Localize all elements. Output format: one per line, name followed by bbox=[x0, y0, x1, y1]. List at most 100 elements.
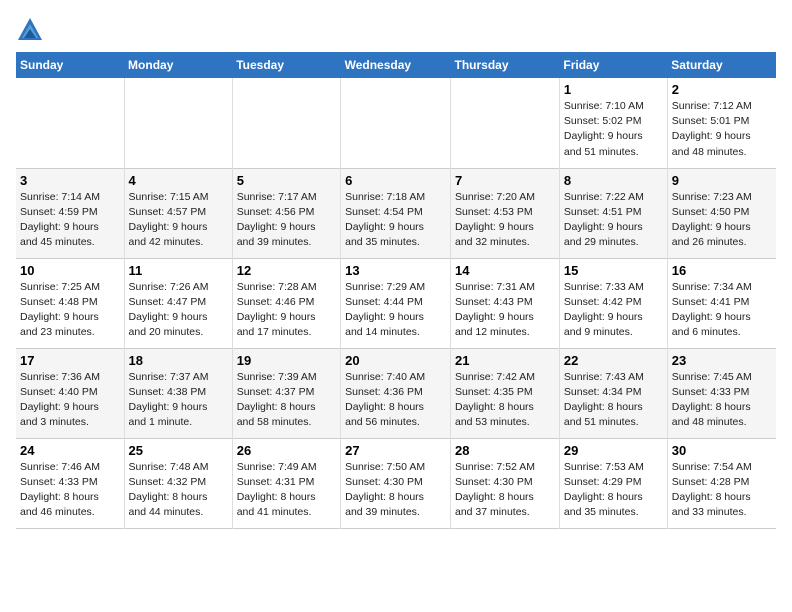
calendar-cell: 28 Sunrise: 7:52 AM Sunset: 4:30 PM Dayli… bbox=[451, 438, 560, 528]
day-number: 7 bbox=[455, 173, 555, 188]
day-info: Sunrise: 7:28 AM Sunset: 4:46 PM Dayligh… bbox=[237, 280, 336, 341]
calendar-cell bbox=[341, 78, 451, 168]
calendar-cell: 2 Sunrise: 7:12 AM Sunset: 5:01 PM Daylig… bbox=[667, 78, 776, 168]
calendar-cell: 26 Sunrise: 7:49 AM Sunset: 4:31 PM Dayli… bbox=[232, 438, 340, 528]
weekday-header-friday: Friday bbox=[559, 52, 667, 78]
day-info: Sunrise: 7:50 AM Sunset: 4:30 PM Dayligh… bbox=[345, 460, 446, 521]
calendar-cell: 19 Sunrise: 7:39 AM Sunset: 4:37 PM Dayli… bbox=[232, 348, 340, 438]
calendar-cell: 21 Sunrise: 7:42 AM Sunset: 4:35 PM Dayli… bbox=[451, 348, 560, 438]
day-info: Sunrise: 7:40 AM Sunset: 4:36 PM Dayligh… bbox=[345, 370, 446, 431]
calendar-cell bbox=[232, 78, 340, 168]
calendar-cell: 14 Sunrise: 7:31 AM Sunset: 4:43 PM Dayli… bbox=[451, 258, 560, 348]
day-info: Sunrise: 7:31 AM Sunset: 4:43 PM Dayligh… bbox=[455, 280, 555, 341]
day-number: 28 bbox=[455, 443, 555, 458]
logo bbox=[16, 16, 48, 44]
weekday-header-wednesday: Wednesday bbox=[341, 52, 451, 78]
weekday-header-tuesday: Tuesday bbox=[232, 52, 340, 78]
day-info: Sunrise: 7:29 AM Sunset: 4:44 PM Dayligh… bbox=[345, 280, 446, 341]
calendar-cell: 12 Sunrise: 7:28 AM Sunset: 4:46 PM Dayli… bbox=[232, 258, 340, 348]
calendar-week-row: 1 Sunrise: 7:10 AM Sunset: 5:02 PM Daylig… bbox=[16, 78, 776, 168]
day-number: 27 bbox=[345, 443, 446, 458]
day-number: 5 bbox=[237, 173, 336, 188]
calendar-cell: 15 Sunrise: 7:33 AM Sunset: 4:42 PM Dayli… bbox=[559, 258, 667, 348]
day-number: 12 bbox=[237, 263, 336, 278]
day-number: 9 bbox=[672, 173, 772, 188]
day-info: Sunrise: 7:33 AM Sunset: 4:42 PM Dayligh… bbox=[564, 280, 663, 341]
day-info: Sunrise: 7:39 AM Sunset: 4:37 PM Dayligh… bbox=[237, 370, 336, 431]
calendar-cell: 7 Sunrise: 7:20 AM Sunset: 4:53 PM Daylig… bbox=[451, 168, 560, 258]
day-number: 6 bbox=[345, 173, 446, 188]
day-number: 22 bbox=[564, 353, 663, 368]
day-info: Sunrise: 7:18 AM Sunset: 4:54 PM Dayligh… bbox=[345, 190, 446, 251]
day-info: Sunrise: 7:43 AM Sunset: 4:34 PM Dayligh… bbox=[564, 370, 663, 431]
weekday-header-row: SundayMondayTuesdayWednesdayThursdayFrid… bbox=[16, 52, 776, 78]
day-number: 19 bbox=[237, 353, 336, 368]
weekday-header-sunday: Sunday bbox=[16, 52, 124, 78]
day-number: 16 bbox=[672, 263, 772, 278]
calendar-cell: 16 Sunrise: 7:34 AM Sunset: 4:41 PM Dayli… bbox=[667, 258, 776, 348]
day-info: Sunrise: 7:48 AM Sunset: 4:32 PM Dayligh… bbox=[129, 460, 228, 521]
day-info: Sunrise: 7:42 AM Sunset: 4:35 PM Dayligh… bbox=[455, 370, 555, 431]
weekday-header-monday: Monday bbox=[124, 52, 232, 78]
calendar-cell: 9Sunrise: 7:23 AM Sunset: 4:50 PM Daylig… bbox=[667, 168, 776, 258]
day-number: 30 bbox=[672, 443, 772, 458]
day-info: Sunrise: 7:53 AM Sunset: 4:29 PM Dayligh… bbox=[564, 460, 663, 521]
calendar-week-row: 17 Sunrise: 7:36 AM Sunset: 4:40 PM Dayli… bbox=[16, 348, 776, 438]
day-info: Sunrise: 7:10 AM Sunset: 5:02 PM Dayligh… bbox=[564, 99, 663, 160]
calendar-cell: 1 Sunrise: 7:10 AM Sunset: 5:02 PM Daylig… bbox=[559, 78, 667, 168]
calendar-cell: 20 Sunrise: 7:40 AM Sunset: 4:36 PM Dayli… bbox=[341, 348, 451, 438]
day-info: Sunrise: 7:37 AM Sunset: 4:38 PM Dayligh… bbox=[129, 370, 228, 431]
calendar-cell: 27 Sunrise: 7:50 AM Sunset: 4:30 PM Dayli… bbox=[341, 438, 451, 528]
calendar-week-row: 10 Sunrise: 7:25 AM Sunset: 4:48 PM Dayli… bbox=[16, 258, 776, 348]
day-info: Sunrise: 7:25 AM Sunset: 4:48 PM Dayligh… bbox=[20, 280, 120, 341]
calendar-cell: 13 Sunrise: 7:29 AM Sunset: 4:44 PM Dayli… bbox=[341, 258, 451, 348]
day-number: 15 bbox=[564, 263, 663, 278]
day-info: Sunrise: 7:15 AM Sunset: 4:57 PM Dayligh… bbox=[129, 190, 228, 251]
calendar-cell bbox=[451, 78, 560, 168]
calendar-cell bbox=[124, 78, 232, 168]
day-info: Sunrise: 7:12 AM Sunset: 5:01 PM Dayligh… bbox=[672, 99, 772, 160]
weekday-header-saturday: Saturday bbox=[667, 52, 776, 78]
day-info: Sunrise: 7:36 AM Sunset: 4:40 PM Dayligh… bbox=[20, 370, 120, 431]
day-number: 18 bbox=[129, 353, 228, 368]
day-info: Sunrise: 7:26 AM Sunset: 4:47 PM Dayligh… bbox=[129, 280, 228, 341]
day-number: 13 bbox=[345, 263, 446, 278]
day-number: 14 bbox=[455, 263, 555, 278]
calendar-week-row: 3Sunrise: 7:14 AM Sunset: 4:59 PM Daylig… bbox=[16, 168, 776, 258]
day-info: Sunrise: 7:54 AM Sunset: 4:28 PM Dayligh… bbox=[672, 460, 772, 521]
calendar-table: SundayMondayTuesdayWednesdayThursdayFrid… bbox=[16, 52, 776, 529]
day-number: 20 bbox=[345, 353, 446, 368]
day-number: 2 bbox=[672, 82, 772, 97]
day-number: 21 bbox=[455, 353, 555, 368]
day-info: Sunrise: 7:20 AM Sunset: 4:53 PM Dayligh… bbox=[455, 190, 555, 251]
day-number: 17 bbox=[20, 353, 120, 368]
day-number: 1 bbox=[564, 82, 663, 97]
day-info: Sunrise: 7:14 AM Sunset: 4:59 PM Dayligh… bbox=[20, 190, 120, 251]
calendar-cell: 18 Sunrise: 7:37 AM Sunset: 4:38 PM Dayli… bbox=[124, 348, 232, 438]
calendar-week-row: 24Sunrise: 7:46 AM Sunset: 4:33 PM Dayli… bbox=[16, 438, 776, 528]
day-info: Sunrise: 7:45 AM Sunset: 4:33 PM Dayligh… bbox=[672, 370, 772, 431]
calendar-cell: 11Sunrise: 7:26 AM Sunset: 4:47 PM Dayli… bbox=[124, 258, 232, 348]
logo-icon bbox=[16, 16, 44, 44]
calendar-cell: 24Sunrise: 7:46 AM Sunset: 4:33 PM Dayli… bbox=[16, 438, 124, 528]
day-number: 4 bbox=[129, 173, 228, 188]
day-number: 10 bbox=[20, 263, 120, 278]
day-info: Sunrise: 7:22 AM Sunset: 4:51 PM Dayligh… bbox=[564, 190, 663, 251]
day-number: 23 bbox=[672, 353, 772, 368]
calendar-cell: 29 Sunrise: 7:53 AM Sunset: 4:29 PM Dayli… bbox=[559, 438, 667, 528]
day-number: 29 bbox=[564, 443, 663, 458]
day-info: Sunrise: 7:49 AM Sunset: 4:31 PM Dayligh… bbox=[237, 460, 336, 521]
day-info: Sunrise: 7:46 AM Sunset: 4:33 PM Dayligh… bbox=[20, 460, 120, 521]
day-number: 26 bbox=[237, 443, 336, 458]
calendar-cell: 5Sunrise: 7:17 AM Sunset: 4:56 PM Daylig… bbox=[232, 168, 340, 258]
calendar-cell: 17 Sunrise: 7:36 AM Sunset: 4:40 PM Dayli… bbox=[16, 348, 124, 438]
calendar-cell: 25Sunrise: 7:48 AM Sunset: 4:32 PM Dayli… bbox=[124, 438, 232, 528]
calendar-cell: 10 Sunrise: 7:25 AM Sunset: 4:48 PM Dayli… bbox=[16, 258, 124, 348]
day-info: Sunrise: 7:52 AM Sunset: 4:30 PM Dayligh… bbox=[455, 460, 555, 521]
calendar-cell: 30 Sunrise: 7:54 AM Sunset: 4:28 PM Dayli… bbox=[667, 438, 776, 528]
calendar-cell: 4 Sunrise: 7:15 AM Sunset: 4:57 PM Daylig… bbox=[124, 168, 232, 258]
calendar-cell: 3Sunrise: 7:14 AM Sunset: 4:59 PM Daylig… bbox=[16, 168, 124, 258]
calendar-cell: 6 Sunrise: 7:18 AM Sunset: 4:54 PM Daylig… bbox=[341, 168, 451, 258]
day-info: Sunrise: 7:34 AM Sunset: 4:41 PM Dayligh… bbox=[672, 280, 772, 341]
calendar-cell bbox=[16, 78, 124, 168]
